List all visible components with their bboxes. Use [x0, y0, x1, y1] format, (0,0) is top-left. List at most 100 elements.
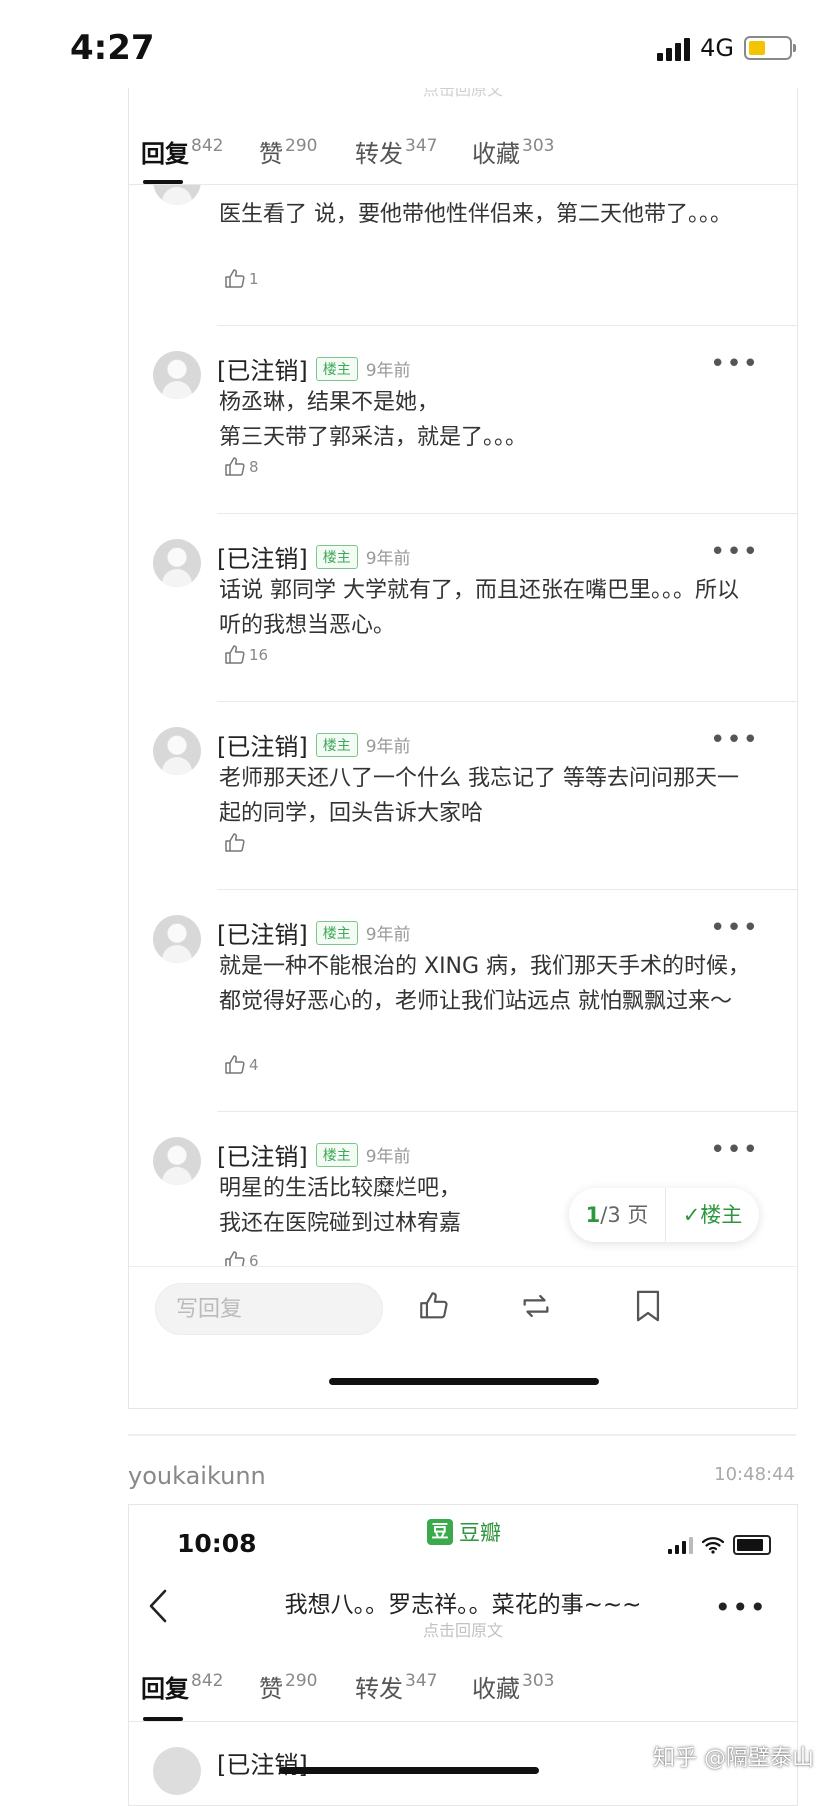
- thumb-up-icon: [225, 645, 245, 664]
- comment-time: 9年前: [365, 1147, 411, 1167]
- tab-label: 赞: [259, 140, 283, 168]
- tab-likes[interactable]: 赞 290: [259, 1669, 317, 1704]
- like-button[interactable]: 1: [223, 267, 259, 291]
- avatar[interactable]: [153, 185, 201, 205]
- zhihu-watermark: 知乎 @隔壁泰山: [653, 1746, 814, 1771]
- op-only-filter[interactable]: ✓楼主: [666, 1188, 759, 1242]
- more-dots-icon[interactable]: •••: [710, 537, 759, 567]
- commenter-name[interactable]: [已注销]: [217, 915, 308, 950]
- app-name: 豆瓣: [459, 1521, 501, 1545]
- comment-time: 9年前: [365, 361, 411, 381]
- avatar[interactable]: [153, 915, 201, 963]
- avatar[interactable]: [153, 351, 201, 399]
- tab-label: 收藏: [472, 1675, 520, 1703]
- divider: [128, 1434, 796, 1436]
- like-count: 4: [249, 1056, 259, 1074]
- bookmark-button[interactable]: [633, 1289, 663, 1327]
- comment-text: 就是一种不能根治的 XING 病，我们那天手术的时候，都觉得好恶心的，老师让我们…: [219, 954, 751, 1014]
- commenter-name[interactable]: [已注销]: [217, 539, 308, 574]
- comment-time: 9年前: [365, 549, 411, 569]
- tab-replies[interactable]: 回复 842: [141, 134, 223, 169]
- status-time: 4:27: [70, 28, 155, 68]
- comment-text: 杨丞琳，结果不是她， 第三天带了郭采洁，就是了。。。: [219, 390, 528, 450]
- comment-divider: [217, 889, 797, 890]
- battery-icon: [733, 1535, 771, 1555]
- op-badge: 楼主: [315, 1142, 358, 1167]
- comment-divider: [217, 701, 797, 702]
- comment-time: 9年前: [365, 737, 411, 757]
- more-dots-icon[interactable]: •••: [710, 1135, 759, 1165]
- like-button[interactable]: 8: [223, 455, 259, 479]
- comment-header: [已注销] 楼主 9年前: [217, 915, 411, 950]
- page-total: /3 页: [600, 1203, 649, 1227]
- douban-logo-icon: 豆: [427, 1519, 453, 1545]
- page-indicator[interactable]: 1/3 页: [569, 1188, 666, 1242]
- commenter-name[interactable]: [已注销]: [217, 1137, 308, 1172]
- current-page: 1: [585, 1203, 601, 1227]
- commenter-name[interactable]: [已注销]: [217, 351, 308, 386]
- repost-icon: [523, 1294, 549, 1318]
- more-dots-icon[interactable]: •••: [710, 913, 759, 943]
- reply-input[interactable]: 写回复: [155, 1283, 383, 1335]
- like-button[interactable]: 4: [223, 1053, 259, 1077]
- wifi-icon: [701, 1537, 725, 1554]
- repost-button[interactable]: [517, 1289, 555, 1327]
- comment-divider: [217, 513, 797, 514]
- thumb-up-icon: [225, 833, 245, 852]
- back-to-original-link[interactable]: 点击回原文: [129, 1617, 797, 1641]
- tab-reposts[interactable]: 转发 347: [355, 134, 437, 169]
- comment-header: [已注销] 楼主 9年前: [217, 727, 411, 762]
- tab-count: 347: [405, 136, 438, 156]
- like-post-button[interactable]: [417, 1289, 451, 1327]
- tab-label: 转发: [355, 1675, 403, 1703]
- tab-collections[interactable]: 收藏 303: [472, 134, 554, 169]
- ghost-original-link: 点击回原文: [422, 88, 503, 99]
- comment-header: [已注销] 楼主 9年前: [217, 1137, 411, 1172]
- more-dots-icon[interactable]: •••: [710, 725, 759, 755]
- thumb-up-icon: [420, 1292, 448, 1319]
- page-switcher[interactable]: 1/3 页 ✓楼主: [569, 1188, 759, 1242]
- like-count: 1: [249, 270, 259, 288]
- tab-count: 290: [285, 1671, 318, 1691]
- avatar[interactable]: [153, 1137, 201, 1185]
- more-dots-icon[interactable]: •••: [714, 1591, 767, 1624]
- avatar[interactable]: [153, 1747, 201, 1795]
- comment-divider: [217, 325, 797, 326]
- status-time: 10:08: [177, 1529, 257, 1558]
- commenter-name[interactable]: [已注销]: [217, 1745, 308, 1780]
- tab-replies[interactable]: 回复 842: [141, 1669, 223, 1704]
- tab-count: 347: [405, 1671, 438, 1691]
- page-title: 我想八。。罗志祥。。菜花的事~~~: [284, 1592, 642, 1618]
- comment-text: 话说 郭同学 大学就有了，而且还张在嘴巴里。。。所以听的我想当恶心。: [219, 578, 739, 638]
- like-count: 16: [249, 646, 269, 664]
- comment-divider: [217, 1111, 797, 1112]
- comment-header: [已注销] 楼主 9年前: [217, 539, 411, 574]
- thumb-up-icon: [225, 457, 245, 476]
- more-dots-icon[interactable]: •••: [710, 349, 759, 379]
- tab-count: 290: [285, 136, 318, 156]
- like-count: 8: [249, 458, 259, 476]
- poster-name[interactable]: youkaikunn: [128, 1462, 266, 1490]
- commenter-name[interactable]: [已注销]: [217, 727, 308, 762]
- like-button[interactable]: [223, 831, 249, 855]
- tab-reposts[interactable]: 转发 347: [355, 1669, 437, 1704]
- home-indicator: [279, 1767, 539, 1774]
- like-button[interactable]: 16: [223, 643, 268, 667]
- thumb-up-icon: [225, 1055, 245, 1074]
- comment-header: [已注销]: [217, 1745, 308, 1780]
- bookmark-icon: [636, 1290, 660, 1322]
- comment-text: 医生看了 说，要他带他性伴侣来，第二天他带了。。。: [219, 202, 732, 227]
- tab-likes[interactable]: 赞 290: [259, 134, 317, 169]
- home-indicator: [329, 1378, 599, 1385]
- avatar[interactable]: [153, 539, 201, 587]
- tab-label: 转发: [355, 140, 403, 168]
- tab-label: 回复: [141, 1675, 189, 1703]
- status-right: 4G: [657, 34, 796, 62]
- tab-collections[interactable]: 收藏 303: [472, 1669, 554, 1704]
- tab-label: 收藏: [472, 140, 520, 168]
- network-label: 4G: [700, 34, 734, 62]
- comment-time: 9年前: [365, 925, 411, 945]
- avatar[interactable]: [153, 727, 201, 775]
- op-badge: 楼主: [315, 544, 358, 569]
- system-icons: [668, 1535, 771, 1555]
